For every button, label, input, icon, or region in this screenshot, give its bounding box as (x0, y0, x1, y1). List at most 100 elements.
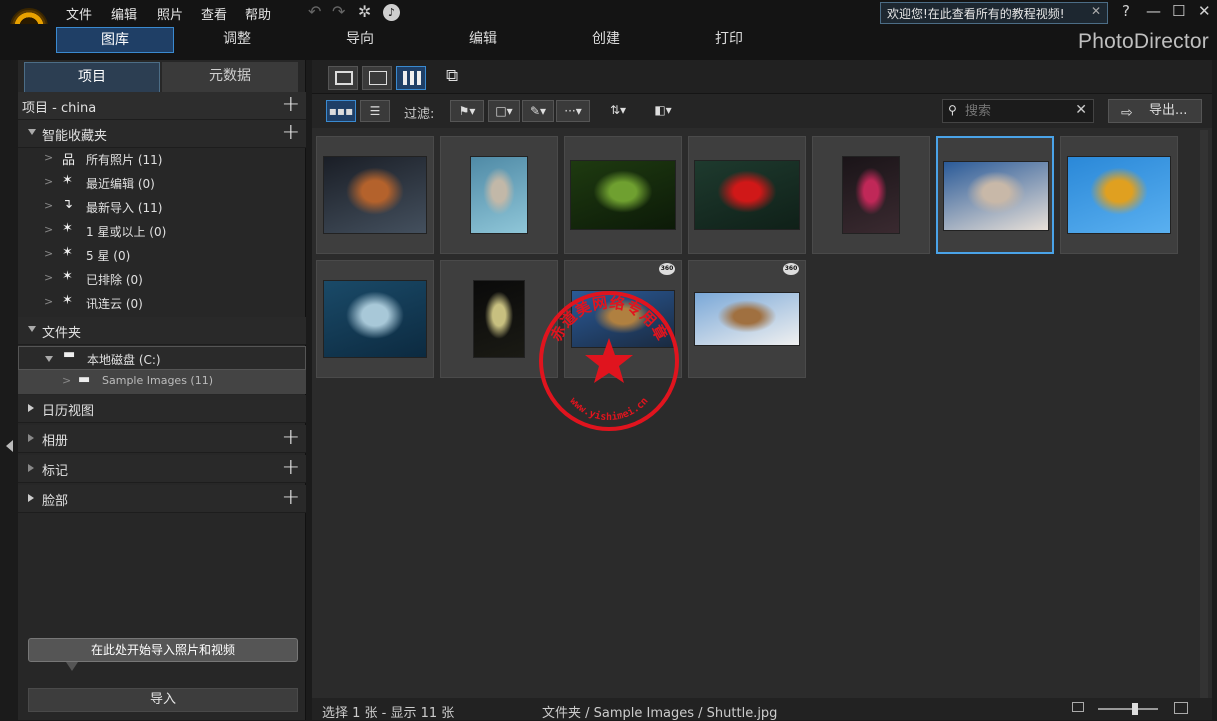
expand-down-icon[interactable] (28, 129, 36, 135)
stack-dropdown[interactable]: ◧▾ (648, 100, 678, 122)
list-item[interactable]: > ✶ 讯连云 (0) (18, 291, 306, 315)
undo-icon[interactable]: ↶ (308, 2, 321, 21)
list-item[interactable]: > ✶ 5 星 (0) (18, 243, 306, 267)
folders-header[interactable]: 文件夹 (18, 317, 306, 345)
tab-create[interactable]: 创建 (547, 27, 665, 53)
clear-search-icon[interactable]: ✕ (1075, 102, 1087, 118)
notification-bell-icon[interactable]: ♪ (383, 4, 400, 21)
folder-item-selected[interactable]: > ▬ Sample Images (11) (18, 370, 306, 394)
chevron-right-icon[interactable]: > (44, 271, 53, 284)
view-browser-button[interactable] (362, 66, 392, 90)
sort-dropdown[interactable]: ⇅▾ (600, 100, 636, 122)
search-input[interactable] (965, 102, 1069, 120)
tab-edit[interactable]: 编辑 (424, 27, 542, 53)
add-smart-collection-icon[interactable]: + (282, 120, 300, 146)
close-icon[interactable]: ✕ (1091, 4, 1101, 18)
export-button[interactable]: ⇨ 导出... (1108, 99, 1202, 123)
menu-photo[interactable]: 照片 (157, 4, 183, 23)
thumbnail-image (470, 156, 528, 234)
thumbnail-panorama-crater[interactable]: 360 (688, 260, 806, 378)
menu-help[interactable]: 帮助 (245, 4, 271, 23)
chevron-right-icon[interactable]: > (44, 199, 53, 212)
thumbnail-rock-boat[interactable] (440, 136, 558, 254)
tab-metadata[interactable]: 元数据 (162, 62, 298, 92)
faces-header[interactable]: 脸部 + (18, 485, 306, 513)
thumbnail-forest[interactable] (564, 136, 682, 254)
more-filter-dropdown[interactable]: ···▾ (556, 100, 590, 122)
thumbnail-panorama-city[interactable]: 360 (564, 260, 682, 378)
chevron-right-icon[interactable]: > (44, 247, 53, 260)
settings-gear-icon[interactable]: ✲ (358, 2, 371, 21)
view-grid-button[interactable] (396, 66, 426, 90)
tab-guided[interactable]: 导向 (301, 27, 419, 53)
minimize-button[interactable]: — (1146, 2, 1161, 20)
tab-print[interactable]: 打印 (670, 27, 788, 53)
view-single-button[interactable] (328, 66, 358, 90)
expand-right-icon[interactable] (28, 434, 34, 442)
menu-edit[interactable]: 编辑 (111, 4, 137, 23)
chevron-right-icon[interactable]: > (44, 295, 53, 308)
small-thumb-icon[interactable] (1072, 702, 1084, 712)
welcome-tutorial-banner[interactable]: 欢迎您!在此查看所有的教程视频! ✕ (880, 2, 1108, 24)
collapse-arrow-icon[interactable] (6, 440, 13, 452)
thumbnail-image (1067, 156, 1171, 234)
view-toolbar: ⧉ (312, 60, 1212, 94)
chevron-right-icon[interactable]: > (62, 374, 71, 387)
tab-project[interactable]: 项目 (24, 62, 160, 92)
flag-filter-dropdown[interactable]: ⚑▾ (450, 100, 484, 122)
smart-collections-header[interactable]: 智能收藏夹 + (18, 120, 306, 148)
thumbnail-shuttle[interactable] (936, 136, 1054, 254)
edit-filter-dropdown[interactable]: ✎▾ (522, 100, 554, 122)
chevron-right-icon[interactable]: > (44, 175, 53, 188)
list-item[interactable]: > 品 所有照片 (11) (18, 147, 306, 171)
tab-library[interactable]: 图库 (56, 27, 174, 53)
collapse-strip[interactable] (0, 60, 18, 720)
color-filter-dropdown[interactable]: □▾ (488, 100, 520, 122)
albums-header[interactable]: 相册 + (18, 425, 306, 453)
add-tag-icon[interactable]: + (282, 455, 300, 481)
tip-pointer (66, 662, 78, 671)
add-project-icon[interactable]: + (282, 92, 300, 118)
expand-right-icon[interactable] (28, 404, 34, 412)
help-button[interactable]: ? (1122, 2, 1130, 20)
close-window-button[interactable]: ✕ (1198, 2, 1211, 20)
thumbnail-basketball[interactable] (316, 136, 434, 254)
thumbnail-window-light[interactable] (440, 260, 558, 378)
list-mode-button[interactable]: ☰ (360, 100, 390, 122)
add-album-icon[interactable]: + (282, 425, 300, 451)
expand-down-icon[interactable] (28, 326, 36, 332)
thumbnail-size-button[interactable]: ▪▪▪ (326, 100, 356, 122)
list-item[interactable]: > ✶ 已排除 (0) (18, 267, 306, 291)
redo-icon[interactable]: ↷ (332, 2, 345, 21)
compare-view-icon[interactable]: ⧉ (446, 66, 458, 86)
tags-header[interactable]: 标记 + (18, 455, 306, 483)
calendar-header[interactable]: 日历视图 (18, 395, 306, 423)
smart-item-label: 5 星 (0) (86, 249, 131, 263)
smart-collections-title: 智能收藏夹 (42, 129, 108, 144)
add-face-icon[interactable]: + (282, 485, 300, 511)
list-item[interactable]: > ✶ 1 星或以上 (0) (18, 219, 306, 243)
thumbnail-neon-store[interactable] (812, 136, 930, 254)
expand-down-icon[interactable] (45, 356, 53, 362)
chevron-right-icon[interactable]: > (44, 151, 53, 164)
list-item[interactable]: > ↴ 最新导入 (11) (18, 195, 306, 219)
drive-item[interactable]: ▬ 本地磁盘 (C:) (18, 346, 306, 370)
import-button[interactable]: 导入 (28, 688, 298, 712)
expand-right-icon[interactable] (28, 464, 34, 472)
chevron-right-icon[interactable]: > (44, 223, 53, 236)
expand-right-icon[interactable] (28, 494, 34, 502)
menu-file[interactable]: 文件 (66, 4, 92, 23)
thumbnail-skater[interactable] (1060, 136, 1178, 254)
vertical-scrollbar[interactable] (1200, 130, 1208, 700)
list-item[interactable]: > ✶ 最近编辑 (0) (18, 171, 306, 195)
menu-view[interactable]: 查看 (201, 4, 227, 23)
thumbnail-wave[interactable] (316, 260, 434, 378)
large-thumb-icon[interactable] (1174, 702, 1188, 714)
thumbnail-zoom-slider[interactable] (1098, 708, 1158, 710)
maximize-button[interactable]: ☐ (1172, 2, 1185, 20)
search-field[interactable]: ⚲ ✕ (942, 99, 1094, 123)
zoom-slider-handle[interactable] (1132, 703, 1138, 715)
thumbnail-image (323, 156, 427, 234)
thumbnail-maple-leaf[interactable] (688, 136, 806, 254)
tab-adjust[interactable]: 调整 (178, 27, 296, 53)
